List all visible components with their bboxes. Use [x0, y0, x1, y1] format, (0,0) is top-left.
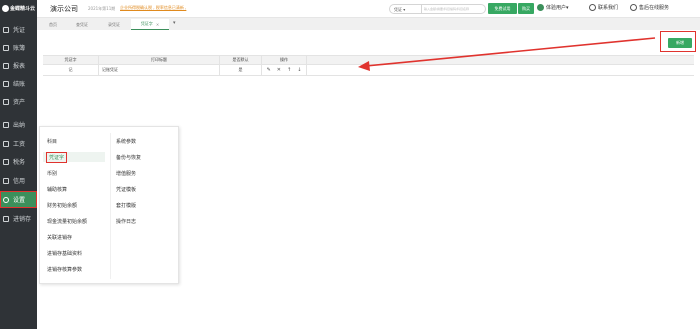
sidebar-item-cashier[interactable]: 出纳 — [0, 116, 37, 133]
menu-item-value-added[interactable]: 增值服务 — [116, 168, 136, 178]
menu-item-subjects[interactable]: 科目 — [47, 136, 57, 146]
inventory-icon — [3, 215, 9, 222]
menu-divider — [110, 133, 111, 279]
user-menu[interactable]: 体验用户 ▾ — [537, 4, 569, 11]
header-print-title: 打印标题 — [99, 56, 220, 64]
menu-item-operation-log[interactable]: 操作日志 — [116, 216, 136, 226]
credit-icon — [3, 177, 9, 184]
menu-item-link-inventory[interactable]: 关联进销存 — [47, 232, 72, 242]
cell-word: 记 — [43, 65, 99, 75]
menu-item-print-template[interactable]: 套打模版 — [116, 200, 136, 210]
cashier-icon — [3, 121, 9, 128]
menu-item-currency[interactable]: 币别 — [47, 168, 57, 178]
menu-item-voucher-word[interactable]: 凭证字 — [43, 151, 105, 163]
search-input[interactable]: 输入金额/摘要/科目编码/科目名称 — [421, 4, 486, 14]
new-button[interactable]: 新增 — [668, 38, 692, 48]
header-actions: 操作 — [262, 56, 307, 64]
sidebar-item-credit[interactable]: 信用 — [0, 172, 37, 189]
header-default: 是否默认 — [220, 56, 262, 64]
menu-item-initial-balance[interactable]: 财务初始余额 — [47, 200, 77, 210]
ledger-icon — [3, 44, 9, 51]
close-icon[interactable]: ✕ — [156, 22, 159, 27]
contact-icon — [589, 4, 596, 11]
tab-bar: 首页 查凭证 录凭证 凭证字 ✕ ▾ — [37, 18, 700, 30]
menu-item-inventory-params[interactable]: 进销存核算参数 — [47, 264, 82, 274]
tab-home[interactable]: 首页 — [41, 19, 65, 30]
topbar: 演示公司 2021年第11期 企业所得税确认税 , 税率信息已清新 , 凭证 ▾… — [37, 0, 700, 18]
table-header: 凭证字 打印标题 是否默认 操作 — [43, 55, 694, 65]
edit-icon[interactable]: ✎ — [267, 67, 271, 73]
voucher-icon — [3, 26, 9, 33]
sidebar-item-tax[interactable]: 税务 — [0, 153, 37, 170]
logo-text: 金蝶精斗云 — [10, 6, 36, 12]
company-name[interactable]: 演示公司 — [50, 4, 78, 14]
chevron-down-icon: ▾ — [403, 7, 406, 12]
contact-us-link[interactable]: 联系我们 — [589, 4, 618, 11]
accounting-period: 2021年第11期 — [88, 6, 116, 11]
menu-item-system-params[interactable]: 系统参数 — [116, 136, 136, 146]
sidebar-item-settings[interactable]: 设置 — [0, 191, 37, 208]
arrow-down-icon[interactable]: ↓ — [297, 67, 301, 73]
menu-item-cashflow-balance[interactable]: 现金流量初始余额 — [47, 216, 87, 226]
logo-icon — [2, 5, 9, 12]
gear-icon — [3, 196, 9, 203]
report-icon — [3, 62, 9, 69]
close-account-icon — [3, 80, 9, 87]
online-service-link[interactable]: 售后在线服务 — [630, 4, 669, 11]
cell-print-title: 记账凭证 — [99, 65, 220, 75]
tab-enter-voucher[interactable]: 录凭证 — [99, 19, 129, 30]
notice-link[interactable]: 企业所得税确认税 , 税率信息已清新 , — [120, 5, 186, 11]
sidebar-item-salary[interactable]: 工资 — [0, 135, 37, 152]
buy-button[interactable]: 购买 — [518, 3, 534, 14]
cell-actions: ✎ ✕ ↑ ↓ — [262, 65, 307, 75]
logo: 金蝶精斗云 — [0, 0, 37, 17]
sidebar: 金蝶精斗云 凭证 账簿 报表 结账 资产 出纳 工资 税务 信用 设置 进销存 — [0, 0, 37, 329]
search-type-select[interactable]: 凭证 ▾ — [389, 4, 422, 14]
menu-item-auxiliary[interactable]: 辅助核算 — [47, 184, 67, 194]
voucher-word-table: 凭证字 打印标题 是否默认 操作 记 记账凭证 是 ✎ ✕ ↑ ↓ — [43, 55, 694, 76]
tax-icon — [3, 158, 9, 165]
sidebar-item-inventory[interactable]: 进销存 — [0, 210, 37, 227]
tab-voucher-word[interactable]: 凭证字 ✕ — [131, 19, 169, 30]
salary-icon — [3, 140, 9, 147]
delete-icon[interactable]: ✕ — [277, 67, 281, 73]
chevron-down-icon: ▾ — [566, 4, 569, 11]
menu-item-inventory-basics[interactable]: 进销存基础资料 — [47, 248, 82, 258]
menu-item-backup[interactable]: 备份与恢复 — [116, 152, 141, 162]
settings-menu: 科目 凭证字 币别 辅助核算 财务初始余额 现金流量初始余额 关联进销存 进销存… — [39, 126, 179, 284]
tab-menu-chevron-icon[interactable]: ▾ — [173, 20, 176, 26]
sidebar-item-voucher[interactable]: 凭证 — [0, 21, 37, 38]
sidebar-item-asset[interactable]: 资产 — [0, 93, 37, 110]
asset-icon — [3, 98, 9, 105]
menu-item-voucher-template[interactable]: 凭证模板 — [116, 184, 136, 194]
sidebar-item-ledger[interactable]: 账簿 — [0, 39, 37, 56]
sidebar-item-report[interactable]: 报表 — [0, 57, 37, 74]
free-trial-button[interactable]: 免费试用 — [488, 3, 517, 14]
cell-default: 是 — [220, 65, 262, 75]
sidebar-item-close-account[interactable]: 结账 — [0, 75, 37, 92]
table-row: 记 记账凭证 是 ✎ ✕ ↑ ↓ — [43, 65, 694, 76]
service-icon — [630, 4, 637, 11]
header-word: 凭证字 — [43, 56, 99, 64]
avatar — [537, 4, 544, 11]
arrow-up-icon[interactable]: ↑ — [287, 67, 291, 73]
tab-view-voucher[interactable]: 查凭证 — [67, 19, 97, 30]
